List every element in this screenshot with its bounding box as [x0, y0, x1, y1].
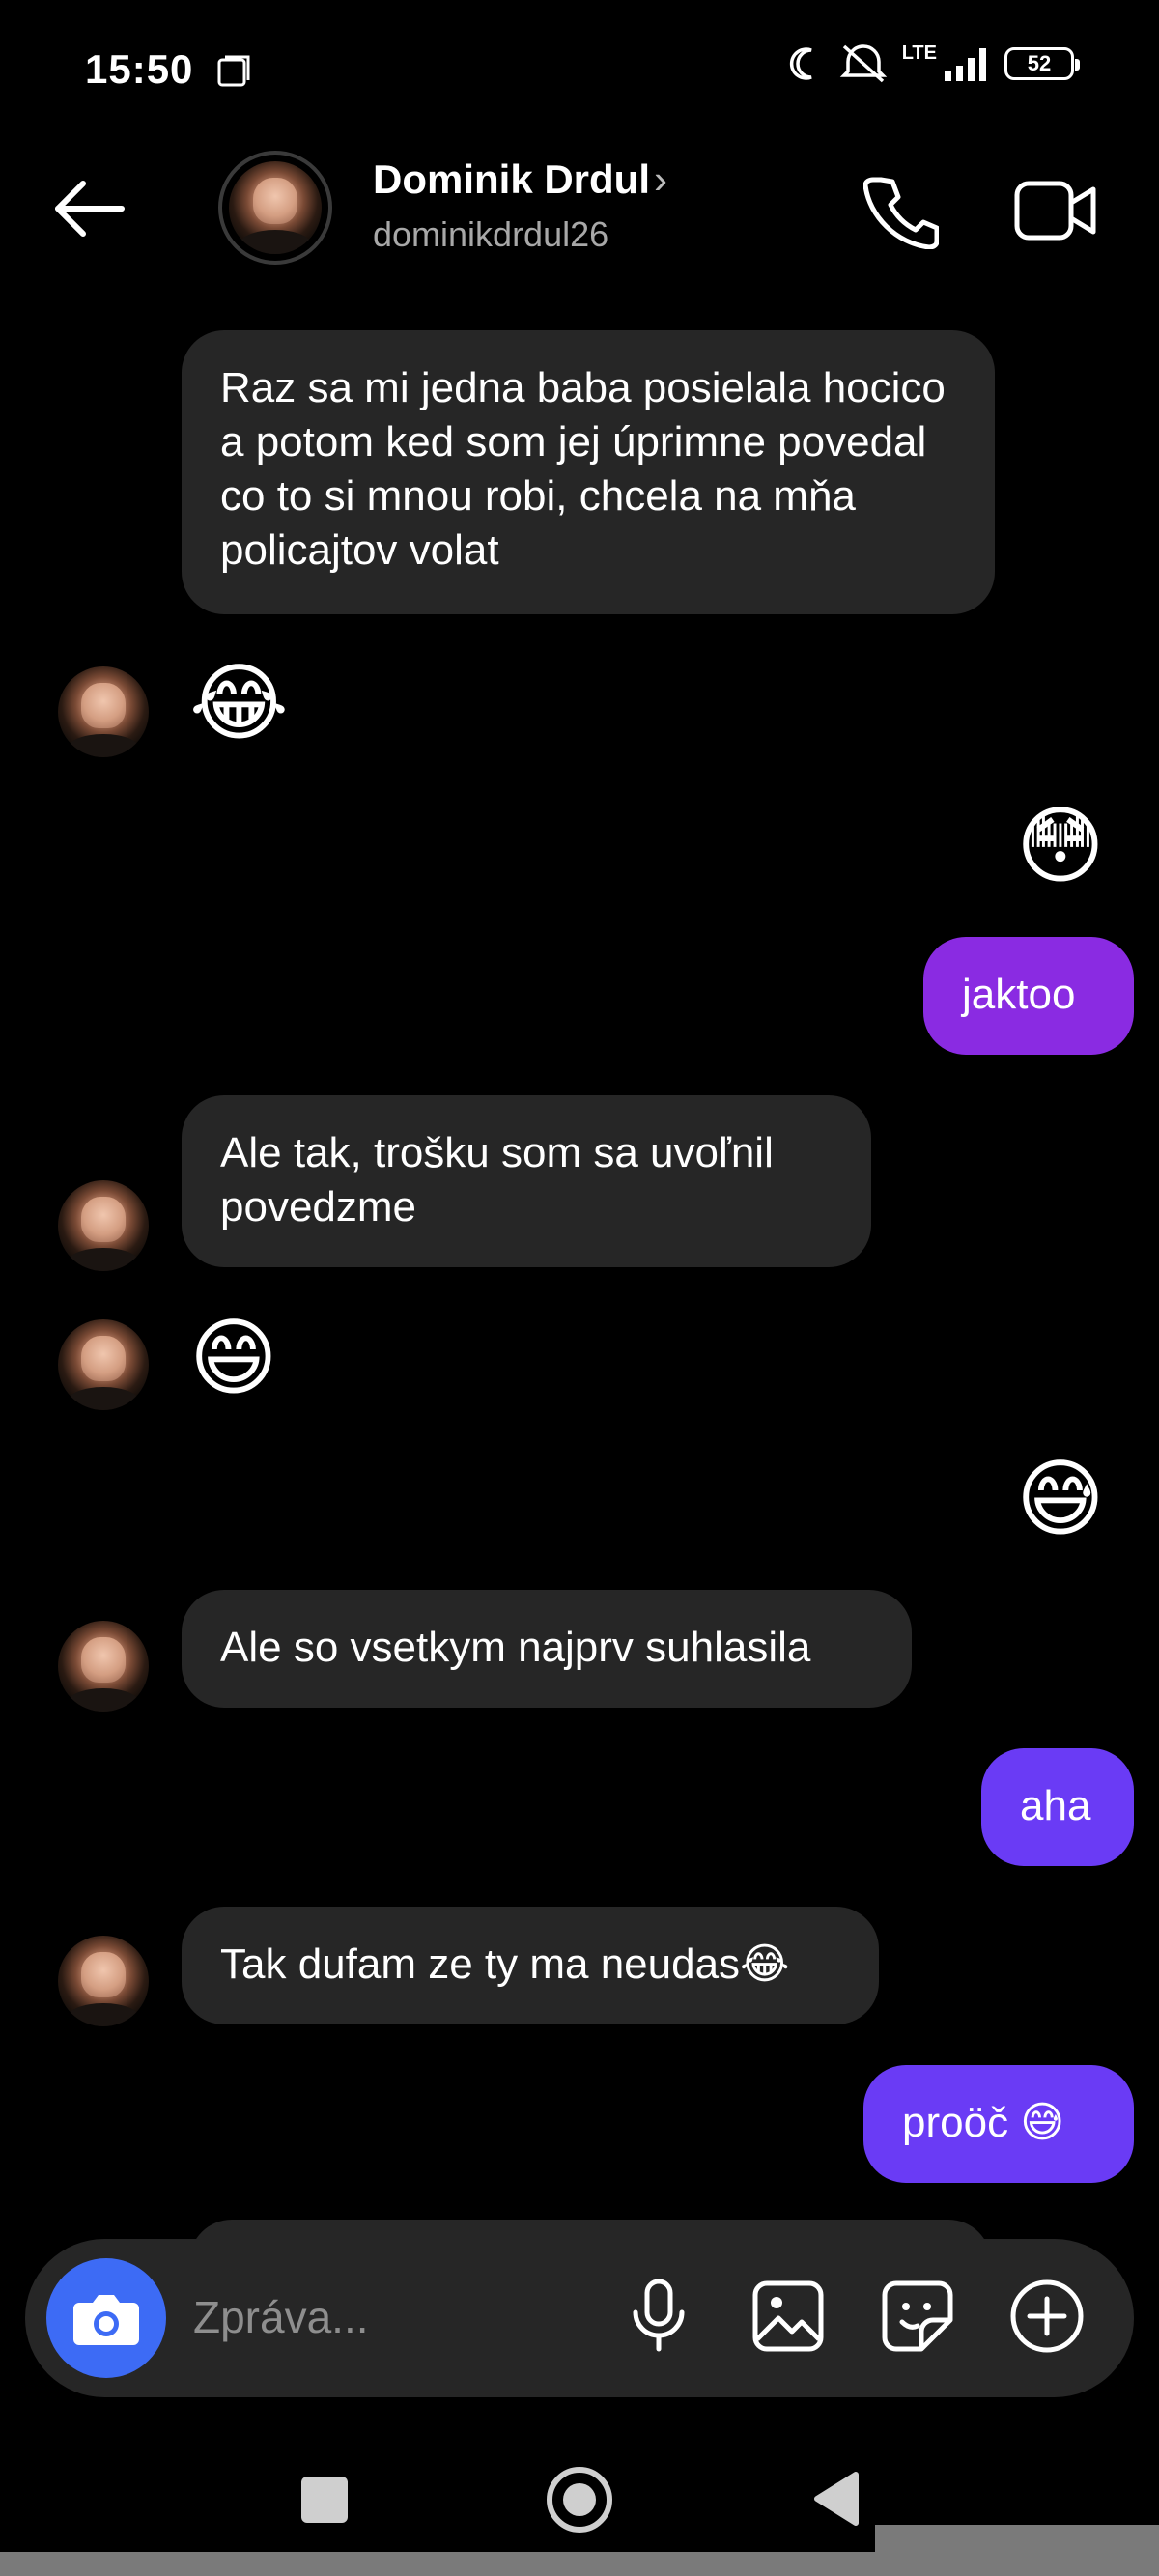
- sender-avatar[interactable]: [58, 666, 149, 757]
- emoji-message[interactable]: 😂: [189, 655, 289, 751]
- video-icon[interactable]: [1014, 178, 1097, 250]
- back-button[interactable]: [811, 2471, 860, 2532]
- camera-icon: [73, 2295, 139, 2345]
- message-composer: [25, 2239, 1134, 2397]
- moon-icon: [789, 47, 812, 80]
- nav-bar-edge: [875, 2525, 1159, 2554]
- sender-avatar[interactable]: [58, 1936, 149, 2026]
- chevron-right-icon: ›: [654, 156, 668, 202]
- contact-avatar[interactable]: [218, 151, 332, 265]
- sender-avatar[interactable]: [58, 1180, 149, 1271]
- message-input[interactable]: Zpráva...: [193, 2291, 369, 2343]
- emoji-message[interactable]: 😳: [1016, 798, 1105, 894]
- message-bubble-outgoing[interactable]: proöč 😅: [863, 2065, 1134, 2183]
- message-bubble-incoming[interactable]: Raz sa mi jedna baba posielala hocico a …: [182, 330, 995, 614]
- phone-icon[interactable]: [862, 174, 940, 254]
- microphone-icon[interactable]: [614, 2272, 703, 2361]
- sender-avatar[interactable]: [58, 1621, 149, 1712]
- status-time: 15:50: [85, 46, 194, 92]
- sender-avatar[interactable]: [58, 1319, 149, 1410]
- message-bubble-outgoing[interactable]: jaktoo: [923, 937, 1134, 1055]
- camera-button[interactable]: [46, 2258, 166, 2378]
- network-label: LTE: [901, 42, 937, 64]
- mute-icon: [839, 44, 887, 83]
- message-bubble-outgoing[interactable]: aha: [981, 1748, 1134, 1866]
- message-bubble-incoming[interactable]: Tak dufam ze ty ma neudas😂: [182, 1907, 879, 2024]
- message-bubble-incoming[interactable]: Ale so vsetkym najprv suhlasila: [182, 1590, 912, 1708]
- contact-name-text: Dominik Drdul: [373, 156, 651, 202]
- message-bubble-incoming[interactable]: Ale tak, trošku som sa uvoľnil povedzme: [182, 1095, 871, 1267]
- emoji-message[interactable]: 😄: [189, 1310, 278, 1406]
- contact-name[interactable]: Dominik Drdul›: [373, 156, 667, 203]
- emoji-message[interactable]: 😅: [1016, 1451, 1105, 1547]
- nav-bar-edge: [0, 2552, 1159, 2576]
- contact-username: dominikdrdul26: [373, 214, 609, 254]
- back-arrow-icon[interactable]: [50, 178, 127, 245]
- sticker-icon[interactable]: [873, 2272, 962, 2361]
- add-icon[interactable]: [1003, 2272, 1091, 2361]
- home-dot: [563, 2483, 596, 2516]
- battery-icon: 52: [1004, 47, 1080, 80]
- recents-button[interactable]: [301, 2477, 348, 2523]
- home-button[interactable]: [547, 2467, 612, 2533]
- status-icons: LTE 52: [786, 42, 1080, 85]
- battery-level: 52: [1027, 51, 1052, 75]
- screenshot-notification-icon: [216, 54, 251, 94]
- signal-icon: [945, 48, 986, 81]
- gallery-icon[interactable]: [744, 2272, 833, 2361]
